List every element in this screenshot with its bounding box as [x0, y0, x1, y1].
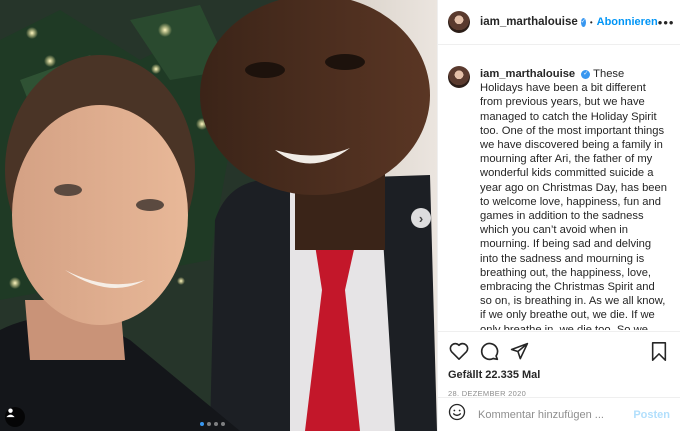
instagram-post: › iam_marthalouise ✓ • Abonnieren ••• ia…: [0, 0, 680, 431]
post-photo[interactable]: ›: [0, 0, 437, 431]
caption-scroll-area[interactable]: iam_marthalouise ✓ These Holidays have b…: [438, 45, 680, 330]
comment-input[interactable]: Kommentar hinzufügen ...: [478, 409, 633, 421]
verified-badge-icon: ✓: [581, 69, 591, 79]
carousel-dot: [221, 422, 225, 426]
user-icon: [6, 408, 15, 418]
caption: iam_marthalouise ✓ These Holidays have b…: [480, 67, 668, 330]
action-icons: [448, 338, 670, 364]
carousel-dot: [207, 422, 211, 426]
follow-button[interactable]: Abonnieren: [597, 16, 658, 28]
carousel-indicator: [200, 422, 225, 426]
emoji-icon[interactable]: [448, 403, 466, 426]
post-details-panel: iam_marthalouise ✓ • Abonnieren ••• iam_…: [437, 0, 680, 431]
carousel-next-button[interactable]: ›: [411, 208, 431, 228]
heart-icon[interactable]: [448, 340, 470, 362]
caption-row: iam_marthalouise ✓ These Holidays have b…: [438, 45, 680, 330]
likes-count[interactable]: Gefällt 22.335 Mal: [448, 369, 670, 381]
post-comment-button[interactable]: Posten: [633, 409, 670, 421]
post-header: iam_marthalouise ✓ • Abonnieren •••: [438, 0, 680, 45]
username-link[interactable]: iam_marthalouise: [480, 16, 578, 28]
comment-bar: Kommentar hinzufügen ... Posten: [438, 397, 680, 431]
comment-icon[interactable]: [478, 340, 500, 362]
more-options-icon[interactable]: •••: [658, 15, 675, 30]
photo-illustration: [0, 0, 437, 431]
share-icon[interactable]: [508, 340, 530, 362]
carousel-dot: [200, 422, 204, 426]
avatar[interactable]: [448, 11, 470, 33]
avatar[interactable]: [448, 66, 470, 88]
bookmark-icon[interactable]: [648, 340, 670, 362]
caption-text: These Holidays have been a bit different…: [480, 68, 667, 330]
post-actions: Gefällt 22.335 Mal 28. DEZEMBER 2020: [438, 331, 680, 398]
carousel-dot: [214, 422, 218, 426]
verified-badge-icon: ✓: [580, 17, 586, 27]
caption-username[interactable]: iam_marthalouise: [480, 68, 575, 80]
separator: •: [589, 17, 593, 27]
tagged-users-button[interactable]: [5, 407, 25, 427]
